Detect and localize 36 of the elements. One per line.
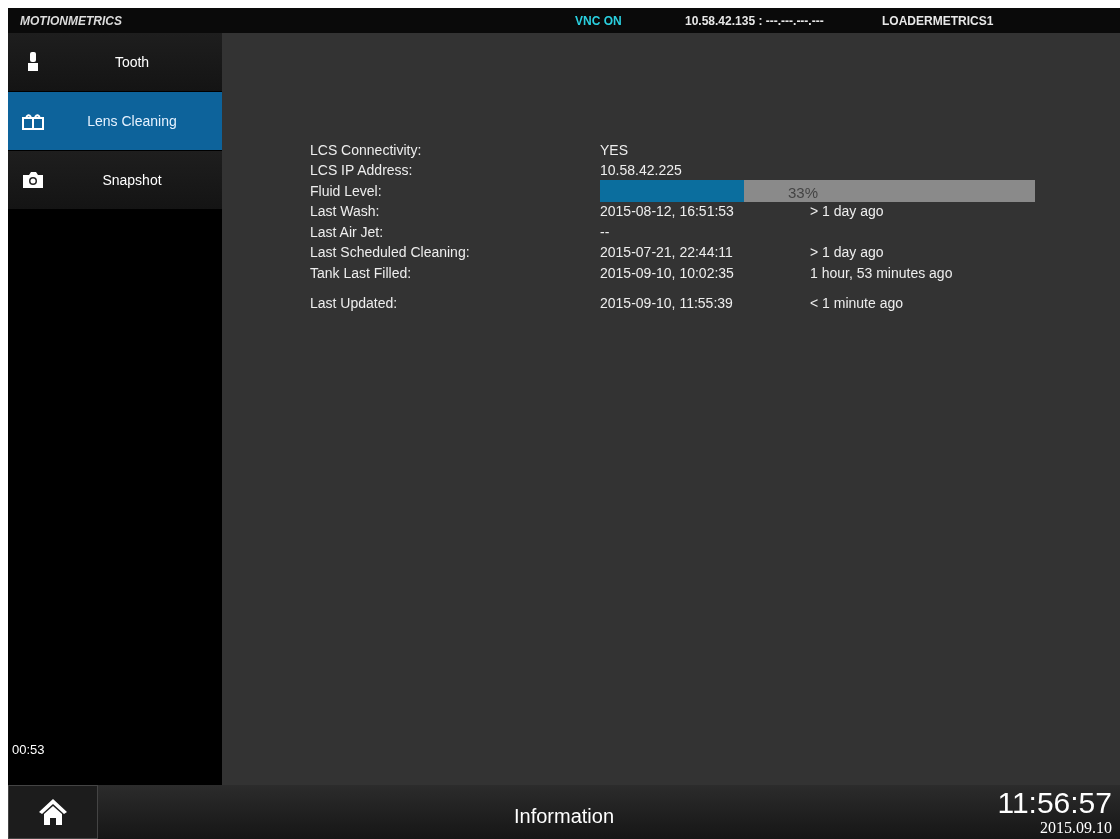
home-button[interactable] [8,785,98,839]
device-name: LOADERMETRICS1 [882,12,994,30]
detail-age: > 1 day ago [810,202,884,222]
timer: 00:53 [12,740,46,759]
sidebar-item[interactable]: Tooth [8,33,222,92]
clock-time: 11:56:57 [997,787,1112,819]
sidebar-item[interactable]: Lens Cleaning [8,92,222,151]
detail-label: Last Wash: [310,202,381,222]
lens-cleaning-icon [21,111,45,131]
fluid-level-reading: 33% [788,183,819,204]
ip-address: 10.58.42.135 : ---.---.---.--- [685,12,825,30]
home-icon [37,797,69,827]
logo: MOTIONMETRICS [20,12,123,30]
sidebar-item[interactable]: Snapshot [8,151,222,210]
detail-value: 10.58.42.225 [600,161,683,181]
detail-label: Last Updated: [310,294,399,314]
detail-value: YES [600,140,629,160]
detail-label: Tank Last Filled: [310,263,413,283]
detail-age: < 1 minute ago [810,294,903,314]
camera-icon [22,171,44,189]
detail-label: Last Scheduled Cleaning: [310,243,471,263]
detail-age: 1 hour, 53 minutes ago [810,263,953,283]
detail-value: 2015-07-21, 22:44:11 [600,243,734,263]
tooth-icon [27,52,39,72]
detail-label: LCS IP Address: [310,161,414,181]
detail-age: > 1 day ago [810,243,884,263]
detail-value: -- [600,222,611,242]
detail-value: 2015-09-10, 10:02:35 [600,263,735,283]
clock-date: 2015.09.10 [1040,819,1112,837]
detail-label: Fluid Level: [310,181,383,201]
detail-label: Last Air Jet: [310,222,385,242]
detail-label: LCS Connectivity: [310,140,423,160]
detail-value: 2015-09-10, 11:55:39 [600,294,734,314]
screen-title: Information [512,804,616,829]
detail-value: 2015-08-12, 16:51:53 [600,202,735,222]
vnc-status: VNC ON [575,12,623,30]
